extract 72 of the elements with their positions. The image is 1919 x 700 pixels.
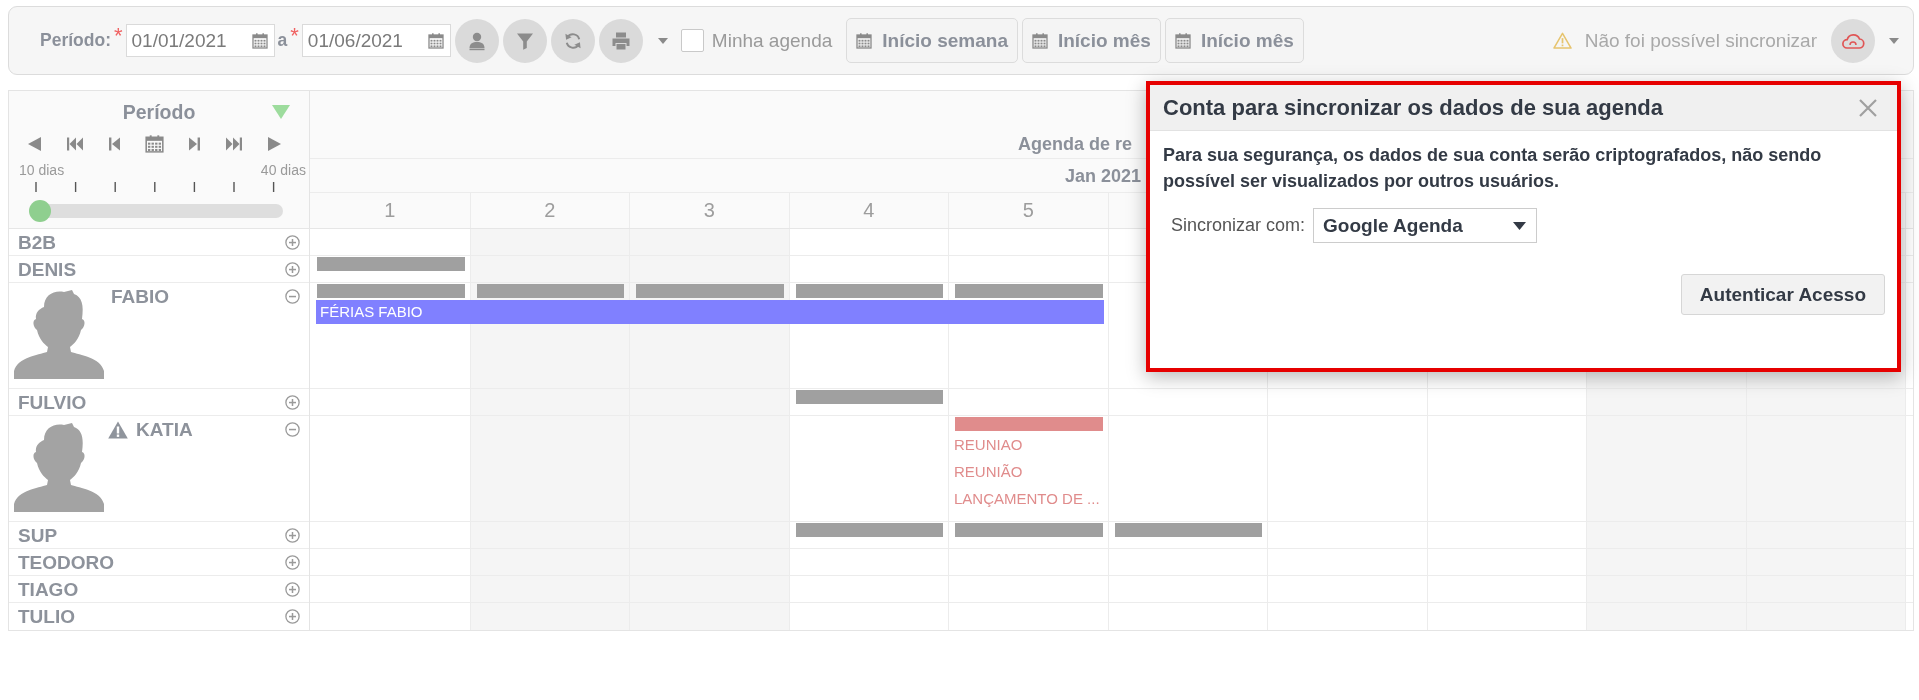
- date-range-button[interactable]: Início semana: [846, 18, 1018, 63]
- required-mark: *: [290, 24, 299, 47]
- close-icon[interactable]: [1859, 98, 1877, 117]
- checkbox-label[interactable]: Minha agenda: [711, 29, 833, 52]
- event-bar[interactable]: FÉRIAS FABIO: [316, 300, 1104, 324]
- plus-circle-icon[interactable]: [285, 528, 300, 543]
- plus-circle-icon[interactable]: [285, 555, 300, 570]
- day-number: 3: [703, 199, 715, 222]
- period-title: Período: [122, 101, 196, 123]
- min-label: 10 dias: [19, 161, 65, 179]
- max-label: 40 dias: [260, 161, 306, 179]
- avatar-icon: [14, 289, 104, 379]
- printer-icon: [610, 30, 631, 51]
- date-range-button[interactable]: Início mês: [1164, 18, 1304, 63]
- fast-forward-icon[interactable]: [225, 136, 244, 152]
- slider-thumb[interactable]: [29, 200, 51, 222]
- sync-status: Não foi possível sincronizar: [1584, 29, 1817, 52]
- sync-with-label: Sincronizar com:: [1171, 215, 1306, 236]
- date-range-button[interactable]: Início mês: [1021, 18, 1161, 63]
- plus-circle-icon[interactable]: [285, 395, 300, 410]
- dropdown-triangle-icon[interactable]: [272, 105, 290, 119]
- resource-name: B2B: [18, 232, 56, 253]
- caret-icon[interactable]: [1889, 37, 1899, 44]
- calendar-icon[interactable]: [144, 135, 164, 153]
- required-mark: *: [114, 24, 123, 47]
- plus-circle-icon[interactable]: [285, 235, 300, 250]
- event-title[interactable]: REUNIAO: [954, 431, 1023, 458]
- refresh-icon: [562, 30, 583, 51]
- caret-icon[interactable]: [657, 37, 668, 44]
- authenticate-button[interactable]: Autenticar Acesso: [1680, 274, 1885, 315]
- calendar-icon: [1031, 32, 1048, 49]
- resource-name: FULVIO: [18, 392, 87, 413]
- cloud-account-button[interactable]: [1831, 18, 1875, 63]
- person-button[interactable]: [454, 18, 499, 63]
- period-label: Período:: [40, 30, 111, 51]
- month-label: Jan 2021: [1065, 164, 1142, 187]
- calendar-icon: [856, 32, 873, 49]
- resource-name: SUP: [18, 525, 58, 546]
- dialog-message: Para sua segurança, os dados de sua conta serão criptografados, não sendo possível ser visualizados por outros usuários.: [1163, 144, 1823, 193]
- minus-circle-icon[interactable]: [285, 289, 300, 304]
- event-title[interactable]: REUNIÃO: [954, 458, 1023, 485]
- resource-name: TIAGO: [18, 579, 79, 600]
- resource-name: FABIO: [111, 286, 170, 307]
- caret-icon: [1513, 221, 1527, 230]
- day-number: 5: [1022, 199, 1034, 222]
- start-date-field[interactable]: 01/01/2021: [125, 24, 275, 57]
- calendar-icon[interactable]: [251, 32, 268, 49]
- day-number: 2: [544, 199, 556, 222]
- warning-icon: [1552, 32, 1572, 49]
- calendar-icon[interactable]: [427, 32, 444, 49]
- avatar-icon: [14, 422, 104, 512]
- rewind-icon[interactable]: [65, 136, 84, 152]
- minus-circle-icon[interactable]: [285, 422, 300, 437]
- plus-circle-icon[interactable]: [285, 582, 300, 597]
- day-number: 4: [863, 199, 875, 222]
- day-number: 1: [384, 199, 396, 222]
- resource-name: DENIS: [18, 259, 77, 280]
- calendar-select[interactable]: Google Agenda: [1313, 208, 1538, 243]
- plus-circle-icon[interactable]: [285, 609, 300, 624]
- dialog-title: Conta para sincronizar os dados de sua agenda: [1163, 94, 1664, 121]
- calendar-title: Agenda de re: [1018, 133, 1133, 155]
- end-date-field[interactable]: 01/06/2021: [301, 24, 451, 57]
- period-slider[interactable]: [29, 200, 283, 222]
- calendar-icon: [1174, 32, 1191, 49]
- plus-circle-icon[interactable]: [285, 262, 300, 277]
- date-separator: a: [277, 30, 288, 51]
- checkbox[interactable]: [680, 29, 704, 52]
- resource-name: TULIO: [18, 606, 75, 627]
- event-title[interactable]: LANÇAMENTO DE ...: [954, 485, 1100, 512]
- left-arrow-icon[interactable]: [26, 136, 44, 152]
- resource-name: KATIA: [136, 419, 193, 440]
- resource-name: TEODORO: [18, 552, 115, 573]
